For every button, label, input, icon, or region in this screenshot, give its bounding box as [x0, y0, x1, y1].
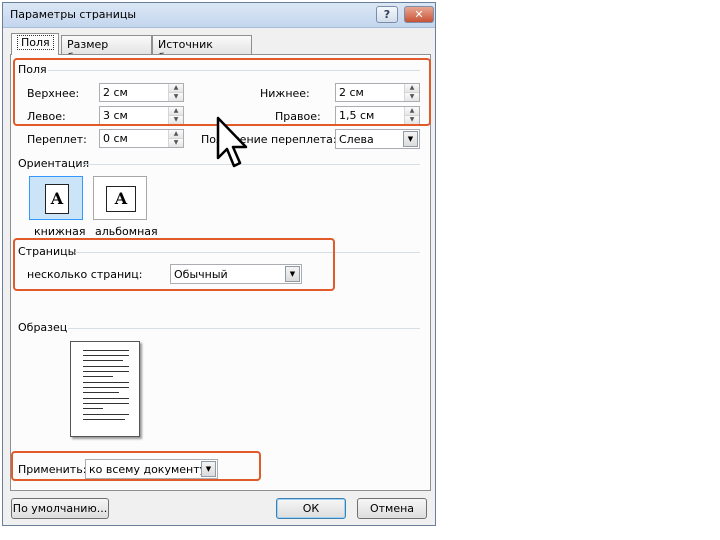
landscape-page-icon: A [106, 186, 136, 212]
orientation-heading: Ориентация [18, 157, 90, 170]
chevron-down-icon[interactable]: ▼ [403, 131, 418, 147]
mouse-pointer-icon [216, 116, 248, 168]
page-preview [70, 341, 140, 437]
tab-paper-source[interactable]: Источник бумаги [152, 35, 252, 64]
portrait-label: книжная [34, 225, 86, 238]
landscape-button[interactable]: A [93, 176, 147, 220]
apply-highlight [11, 451, 261, 481]
gutter-label: Переплет: [27, 133, 87, 146]
spin-up-icon[interactable]: ▲ [169, 130, 183, 139]
title-bar: Параметры страницы ? ✕ [3, 3, 435, 28]
cancel-button[interactable]: Отмена [357, 498, 427, 519]
tab-paper-size[interactable]: Размер бумаги [61, 35, 152, 64]
preview-divider [68, 328, 420, 329]
gutter-position-value: Слева [339, 133, 374, 146]
gutter-spinner[interactable]: 0 см ▲ ▼ [99, 129, 184, 148]
portrait-page-icon: A [45, 184, 69, 214]
ok-button[interactable]: ОК [276, 498, 346, 519]
tab-margins[interactable]: Поля [11, 33, 59, 55]
gutter-position-select[interactable]: Слева ▼ [335, 129, 420, 149]
close-button[interactable]: ✕ [404, 6, 434, 23]
help-button[interactable]: ? [376, 6, 398, 23]
pages-highlight [13, 238, 335, 291]
portrait-button[interactable]: A [29, 176, 83, 220]
set-default-button[interactable]: По умолчанию... [11, 498, 109, 519]
spin-down-icon[interactable]: ▼ [169, 139, 183, 147]
gutter-value: 0 см [103, 132, 128, 145]
preview-heading: Образец [18, 321, 68, 334]
dialog-title: Параметры страницы [10, 8, 137, 21]
landscape-label: альбомная [95, 225, 158, 238]
orientation-divider [83, 164, 420, 165]
